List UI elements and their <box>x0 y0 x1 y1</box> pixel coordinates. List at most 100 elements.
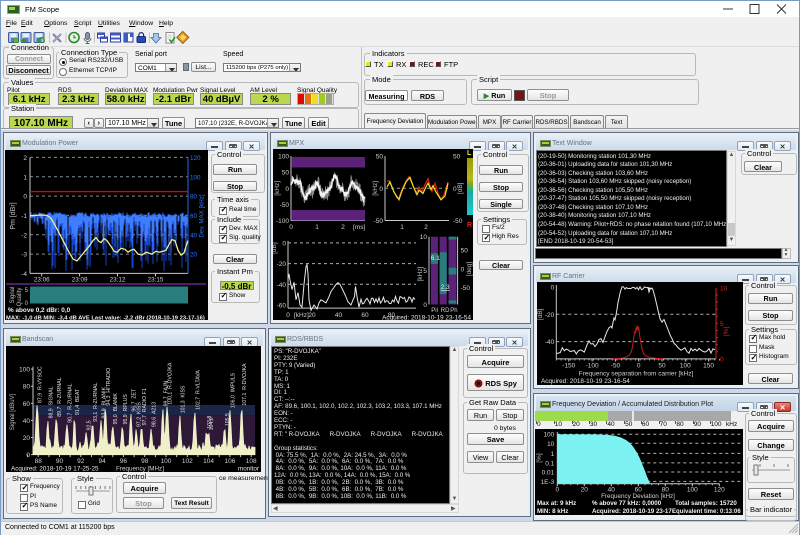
svg-text:10: 10 <box>547 441 555 448</box>
svg-text:95,9 RPLUS: 95,9 RPLUS <box>123 394 129 425</box>
svg-text:100: 100 <box>680 363 691 370</box>
svg-text:Frequency Deviation [kHz]: Frequency Deviation [kHz] <box>601 493 675 500</box>
svg-text:20: 20 <box>190 252 198 259</box>
svg-text:60: 60 <box>23 401 31 408</box>
svg-text:[%]: [%] <box>723 327 730 337</box>
svg-text:107,1 R-DVOJKA: 107,1 R-DVOJKA <box>242 363 248 406</box>
svg-text:1: 1 <box>315 224 319 231</box>
svg-text:-20: -20 <box>277 261 287 268</box>
svg-text:102: 102 <box>182 458 193 465</box>
svg-text:[ms]: [ms] <box>353 224 365 231</box>
svg-text:104: 104 <box>203 458 214 465</box>
svg-text:Acquired: 2018-10-19 23-17-: Acquired: 2018-10-19 23-17- <box>592 508 674 515</box>
svg-text:-50: -50 <box>280 202 290 209</box>
svg-text:-20: -20 <box>545 312 555 319</box>
svg-text:[kHz]: [kHz] <box>274 181 281 196</box>
svg-text:10: 10 <box>720 285 728 292</box>
svg-text:20: 20 <box>308 312 316 319</box>
svg-text:2: 2 <box>341 224 345 231</box>
svg-text:-2: -2 <box>21 232 27 239</box>
svg-text:0: 0 <box>720 356 724 363</box>
svg-text:Signal [dBuV]: Signal [dBuV] <box>10 393 16 430</box>
svg-text:100: 100 <box>19 367 30 374</box>
svg-text:1E-3: 1E-3 <box>541 479 555 486</box>
svg-text:40: 40 <box>335 312 343 319</box>
svg-text:Total samples: 15720: Total samples: 15720 <box>675 500 737 507</box>
svg-text:23:15: 23:15 <box>148 277 164 284</box>
svg-text:100,1 R-DVOJKA: 100,1 R-DVOJKA <box>168 362 174 405</box>
svg-text:-50: -50 <box>453 218 463 225</box>
svg-text:Acquired: 2018-10-19 23-16-54: Acquired: 2018-10-19 23-16-54 <box>382 315 471 321</box>
svg-text:R: R <box>467 222 472 229</box>
svg-text:97,7 RADIO F1: 97,7 RADIO F1 <box>142 388 148 425</box>
svg-text:87,9 R-VYSOC: 87,9 R-VYSOC <box>38 366 44 403</box>
svg-text:108: 108 <box>246 458 257 465</box>
svg-text:Max at: 9 kHz: Max at: 9 kHz <box>537 500 576 507</box>
svg-text:0: 0 <box>461 267 465 274</box>
svg-text:0: 0 <box>289 224 293 231</box>
svg-text:-40: -40 <box>545 339 555 346</box>
svg-text:20: 20 <box>581 487 589 494</box>
svg-text:Pil: Pil <box>431 308 438 314</box>
svg-text:-1: -1 <box>21 213 27 220</box>
svg-text:91,4 BEAT: 91,4 BEAT <box>75 388 81 415</box>
svg-text:93,1 R-ZURNAL: 93,1 R-ZURNAL <box>93 382 99 421</box>
svg-text:[%]: [%] <box>536 453 543 463</box>
svg-text:2: 2 <box>424 224 428 231</box>
svg-text:40: 40 <box>23 418 31 425</box>
svg-text:0: 0 <box>423 302 427 309</box>
svg-text:94,3 HITRADIO: 94,3 HITRADIO <box>106 368 112 406</box>
svg-text:MAX: -1,0 dB MIN: -3,4 dB AVE: MAX: -1,0 dB MIN: -3,4 dB AVE Last value… <box>6 316 205 321</box>
svg-text:-100: -100 <box>586 363 599 370</box>
svg-text:-50: -50 <box>461 285 471 292</box>
svg-text:-100: -100 <box>276 218 289 225</box>
svg-text:89,7 R-ZURNAL: 89,7 R-ZURNAL <box>57 377 63 416</box>
svg-text:[kHz]: [kHz] <box>372 181 379 196</box>
svg-text:RD: RD <box>441 308 450 314</box>
svg-text:-4: -4 <box>21 271 27 278</box>
svg-text:104,0: 104,0 <box>209 417 215 430</box>
svg-text:23:09: 23:09 <box>72 277 88 284</box>
svg-text:Ph: Ph <box>450 308 457 314</box>
svg-text:0: 0 <box>379 186 383 193</box>
svg-text:80: 80 <box>190 194 198 201</box>
svg-text:[dB]: [dB] <box>457 182 464 194</box>
svg-text:Acquired: 2018-10-19 17-25-25: Acquired: 2018-10-19 17-25-25 <box>11 466 99 473</box>
svg-text:100: 100 <box>278 154 289 161</box>
svg-text:120: 120 <box>190 155 201 162</box>
svg-text:-3: -3 <box>21 252 27 259</box>
svg-text:[kHz]: [kHz] <box>294 312 309 319</box>
svg-text:Frequency separation from carr: Frequency separation from carrier [kHz] <box>579 371 694 378</box>
svg-text:0: 0 <box>555 487 559 494</box>
svg-text:20: 20 <box>23 435 31 442</box>
svg-text:[dB]: [dB] <box>537 308 544 320</box>
svg-text:88,9 SIGNAL: 88,9 SIGNAL <box>48 386 54 418</box>
svg-text:0: 0 <box>23 194 27 201</box>
svg-text:1: 1 <box>551 451 555 458</box>
svg-text:50: 50 <box>461 248 469 255</box>
svg-text:120: 120 <box>714 487 725 494</box>
svg-text:0.01: 0.01 <box>542 470 555 477</box>
svg-text:88: 88 <box>35 458 43 465</box>
svg-text:0: 0 <box>282 240 286 247</box>
svg-text:1: 1 <box>23 174 27 181</box>
svg-text:100: 100 <box>161 458 172 465</box>
svg-text:-50: -50 <box>611 363 621 370</box>
svg-text:% above 0,2 dBr: 0,0: % above 0,2 dBr: 0,0 <box>8 307 71 314</box>
svg-text:80: 80 <box>23 384 31 391</box>
svg-text:6.1: 6.1 <box>431 255 440 262</box>
svg-text:50: 50 <box>282 170 290 177</box>
svg-text:50: 50 <box>453 154 461 161</box>
svg-text:92,5: 92,5 <box>87 420 93 430</box>
svg-text:95,0 BLANIK: 95,0 BLANIK <box>113 392 119 424</box>
svg-text:1: 1 <box>400 224 404 231</box>
svg-text:92: 92 <box>77 458 85 465</box>
svg-text:101,3 KISS: 101,3 KISS <box>180 385 186 413</box>
svg-text:Pm [dBr]: Pm [dBr] <box>10 202 17 229</box>
svg-text:100: 100 <box>190 174 201 181</box>
svg-text:50: 50 <box>658 363 666 370</box>
svg-text:-60: -60 <box>277 303 287 310</box>
svg-text:0: 0 <box>551 285 555 292</box>
svg-text:2.3: 2.3 <box>441 284 450 291</box>
svg-text:Dev. MAX [kHz]: Dev. MAX [kHz] <box>199 194 206 237</box>
